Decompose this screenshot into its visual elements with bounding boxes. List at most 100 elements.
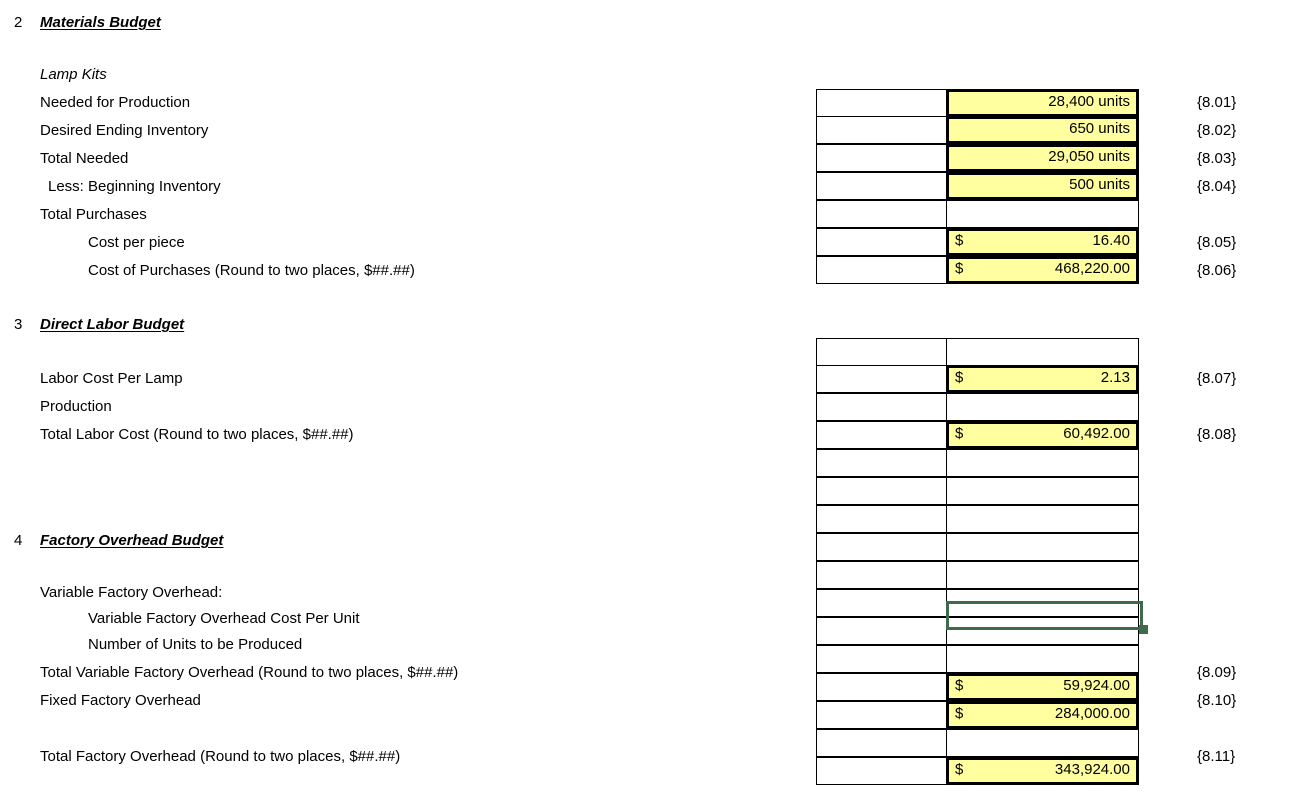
cell-b-cost-of-purchases[interactable]: $ 468,220.00 [946, 256, 1139, 284]
cell-a-cost-of-purchases[interactable] [816, 256, 947, 284]
labor-and-overhead-grid: $ 2.13 $ 60,492.00 $ 59,924.00 $ 284,000… [816, 338, 1139, 786]
cell-b-less-beginning-inventory[interactable]: 500 units [946, 172, 1139, 200]
section-title-materials-budget: Materials Budget [40, 14, 161, 31]
table-row: $ 284,000.00 [816, 701, 1139, 730]
table-row [816, 505, 1139, 534]
section-number-2: 2 [14, 14, 23, 31]
cell-currency: $ [955, 232, 964, 249]
cell-a-production[interactable] [816, 393, 947, 421]
cell-b-fixed-factory-overhead[interactable]: $ 284,000.00 [946, 701, 1139, 729]
cell-b-desired-ending-inventory[interactable]: 650 units [946, 116, 1139, 144]
table-row: $ 2.13 [816, 365, 1139, 394]
table-row: $ 59,924.00 [816, 673, 1139, 702]
label-total-factory-overhead: Total Factory Overhead (Round to two pla… [40, 748, 401, 765]
cell-a-labor-cost-per-lamp[interactable] [816, 365, 947, 393]
cell-currency: $ [955, 677, 964, 694]
cell-a-blank-3[interactable] [816, 477, 947, 505]
cell-b-total-variable-foh[interactable]: $ 59,924.00 [946, 673, 1139, 701]
cell-a-blank-6[interactable] [816, 561, 947, 589]
ref-tag-8-01: {8.01} [1197, 94, 1237, 111]
ref-tag-8-05: {8.05} [1197, 234, 1237, 251]
cell-a-blank-7[interactable] [816, 729, 947, 757]
label-production: Production [40, 398, 112, 415]
cell-b-variable-foh-cost-per-unit[interactable] [946, 617, 1139, 645]
ref-tag-8-09: {8.09} [1197, 664, 1237, 681]
materials-budget-grid: 28,400 units 650 units 29,050 units 500 … [816, 89, 1139, 285]
cell-a-desired-ending-inventory[interactable] [816, 116, 947, 144]
cell-a-blank-1[interactable] [816, 338, 947, 366]
ref-tag-8-08: {8.08} [1197, 426, 1237, 443]
cell-a-needed-for-production[interactable] [816, 89, 947, 117]
cell-currency: $ [955, 369, 964, 386]
cell-b-blank-5[interactable] [946, 533, 1139, 561]
cell-a-cost-per-piece[interactable] [816, 228, 947, 256]
cell-a-total-needed[interactable] [816, 144, 947, 172]
table-row [816, 338, 1139, 366]
table-row [816, 589, 1139, 618]
label-desired-ending-inventory: Desired Ending Inventory [40, 122, 209, 139]
cell-currency: $ [955, 260, 964, 277]
cell-a-variable-foh-header[interactable] [816, 589, 947, 617]
ref-tag-8-07: {8.07} [1197, 370, 1237, 387]
cell-b-blank-4[interactable] [946, 505, 1139, 533]
cell-value: 59,924.00 [1063, 677, 1130, 694]
table-row: $ 343,924.00 [816, 757, 1139, 786]
cell-b-variable-foh-header[interactable] [946, 589, 1139, 617]
fill-handle[interactable] [1139, 625, 1148, 634]
cell-b-total-labor-cost[interactable]: $ 60,492.00 [946, 421, 1139, 449]
cell-value: 60,492.00 [1063, 425, 1130, 442]
cell-a-less-beginning-inventory[interactable] [816, 172, 947, 200]
cell-b-blank-3[interactable] [946, 477, 1139, 505]
label-number-of-units-to-be-produced: Number of Units to be Produced [88, 636, 303, 653]
cell-a-variable-foh-cost-per-unit[interactable] [816, 617, 947, 645]
cell-b-labor-cost-per-lamp[interactable]: $ 2.13 [946, 365, 1139, 393]
cell-a-total-labor-cost[interactable] [816, 421, 947, 449]
cell-a-total-factory-overhead[interactable] [816, 757, 947, 785]
table-row [816, 449, 1139, 478]
label-fixed-factory-overhead: Fixed Factory Overhead [40, 692, 201, 709]
cell-a-total-purchases[interactable] [816, 200, 947, 228]
ref-tag-8-02: {8.02} [1197, 122, 1237, 139]
cell-b-cost-per-piece[interactable]: $ 16.40 [946, 228, 1139, 256]
cell-currency: $ [955, 761, 964, 778]
cell-b-blank-7[interactable] [946, 729, 1139, 757]
table-row [816, 561, 1139, 590]
cell-b-total-purchases[interactable] [946, 200, 1139, 228]
cell-b-needed-for-production[interactable]: 28,400 units [946, 89, 1139, 117]
section-title-direct-labor-budget: Direct Labor Budget [40, 316, 185, 333]
cell-a-fixed-factory-overhead[interactable] [816, 701, 947, 729]
cell-a-blank-2[interactable] [816, 449, 947, 477]
table-row: $ 60,492.00 [816, 421, 1139, 450]
label-labor-cost-per-lamp: Labor Cost Per Lamp [40, 370, 183, 387]
cell-b-blank-6[interactable] [946, 561, 1139, 589]
label-variable-factory-overhead-header: Variable Factory Overhead: [40, 584, 223, 601]
cell-b-number-of-units[interactable] [946, 645, 1139, 673]
cell-a-number-of-units[interactable] [816, 645, 947, 673]
cell-b-blank-1[interactable] [946, 338, 1139, 366]
section-number-4: 4 [14, 532, 23, 549]
cell-value: 16.40 [1092, 232, 1130, 249]
section-title-factory-overhead-budget: Factory Overhead Budget [40, 532, 224, 549]
cell-a-total-variable-foh[interactable] [816, 673, 947, 701]
cell-b-blank-2[interactable] [946, 449, 1139, 477]
cell-currency: $ [955, 705, 964, 722]
table-row: $ 16.40 [816, 228, 1139, 257]
table-row [816, 393, 1139, 422]
cell-value: 500 units [1069, 176, 1130, 193]
cell-value: 2.13 [1100, 369, 1130, 386]
table-row [816, 533, 1139, 562]
ref-tag-8-03: {8.03} [1197, 150, 1237, 167]
cell-b-total-factory-overhead[interactable]: $ 343,924.00 [946, 757, 1139, 785]
label-cost-of-purchases: Cost of Purchases (Round to two places, … [88, 262, 415, 279]
cell-value: 28,400 units [1048, 93, 1130, 110]
cell-value: 284,000.00 [1054, 705, 1130, 722]
cell-b-production[interactable] [946, 393, 1139, 421]
cell-a-blank-5[interactable] [816, 533, 947, 561]
cell-a-blank-4[interactable] [816, 505, 947, 533]
ref-tag-8-11: {8.11} [1197, 748, 1236, 765]
label-total-purchases: Total Purchases [40, 206, 147, 223]
cell-b-total-needed[interactable]: 29,050 units [946, 144, 1139, 172]
cell-value: 468,220.00 [1054, 260, 1130, 277]
ref-tag-8-04: {8.04} [1197, 178, 1237, 195]
label-total-labor-cost: Total Labor Cost (Round to two places, $… [40, 426, 354, 443]
